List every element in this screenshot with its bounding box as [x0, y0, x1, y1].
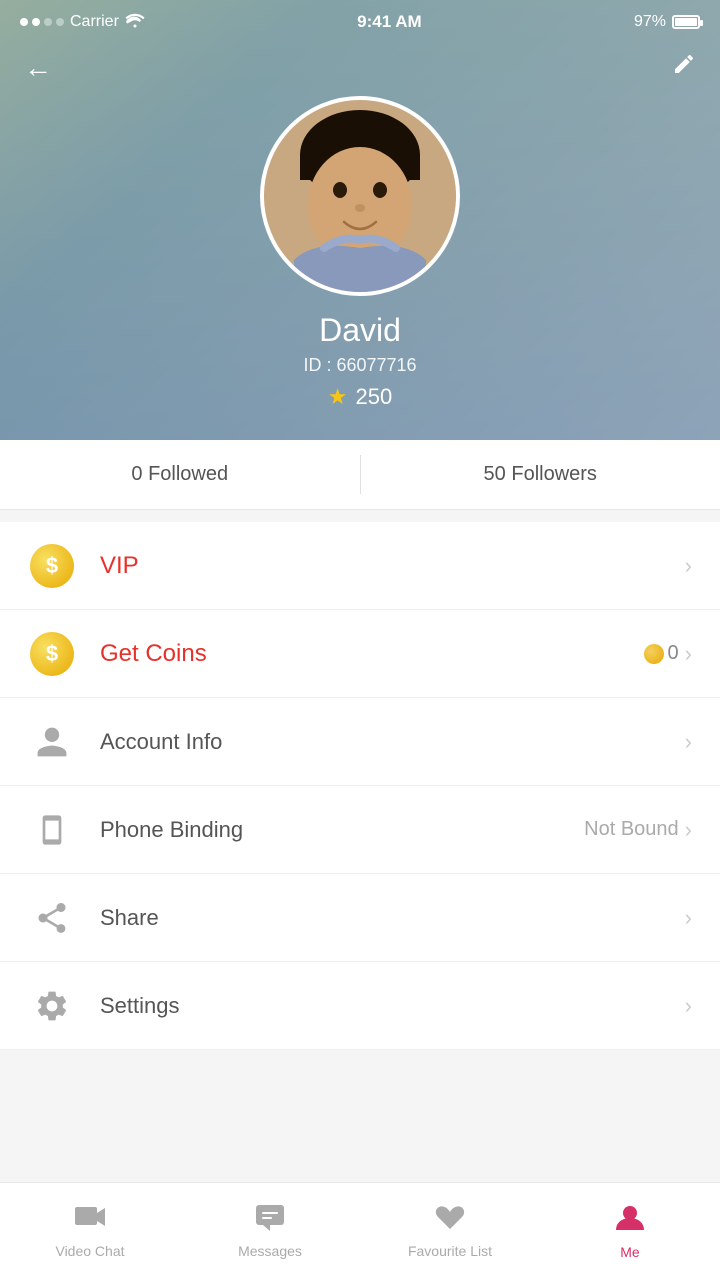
get-coins-icon-container: $ — [28, 630, 76, 678]
coins-count-value: 0 — [668, 642, 679, 665]
dot-3 — [44, 18, 52, 26]
video-chat-icon — [74, 1204, 106, 1239]
get-coins-icon: $ — [30, 632, 74, 676]
edit-button[interactable] — [672, 52, 696, 83]
status-bar: Carrier 9:41 AM 97% — [0, 0, 720, 44]
vip-chevron-icon: › — [685, 553, 692, 579]
status-right: 97% — [634, 13, 700, 31]
tab-favourite-list[interactable]: Favourite List — [360, 1183, 540, 1280]
coin-count-badge: 0 — [644, 642, 679, 665]
get-coins-label: Get Coins — [100, 640, 644, 668]
carrier-label: Carrier — [70, 13, 119, 31]
vip-chevron-container: › — [685, 553, 692, 579]
followers-stat[interactable]: 50 Followers — [361, 440, 720, 509]
share-chevron-container: › — [685, 905, 692, 931]
phone-binding-chevron-icon: › — [685, 817, 692, 843]
get-coins-menu-item[interactable]: $ Get Coins 0 › — [0, 610, 720, 698]
account-info-menu-item[interactable]: Account Info › — [0, 698, 720, 786]
settings-icon — [28, 982, 76, 1030]
favourite-list-icon — [435, 1204, 465, 1239]
share-icon — [28, 894, 76, 942]
phone-binding-menu-item[interactable]: Phone Binding Not Bound › — [0, 786, 720, 874]
score-value: 250 — [356, 384, 393, 410]
hero-section: ← — [0, 0, 720, 440]
coins-count-container: 0 › — [644, 641, 692, 667]
followed-stat[interactable]: 0 Followed — [0, 440, 360, 509]
share-chevron-icon: › — [685, 905, 692, 931]
share-menu-item[interactable]: Share › — [0, 874, 720, 962]
tab-bar: Video Chat Messages Favourite List — [0, 1182, 720, 1280]
followers-count: 50 Followers — [484, 463, 597, 486]
me-icon — [615, 1203, 645, 1240]
favourite-list-label: Favourite List — [408, 1243, 492, 1259]
signal-dots — [20, 18, 64, 26]
dot-1 — [20, 18, 28, 26]
battery-fill — [675, 18, 697, 26]
profile-id: ID : 66077716 — [303, 355, 416, 376]
settings-label: Settings — [100, 993, 685, 1019]
settings-chevron-container: › — [685, 993, 692, 1019]
settings-chevron-icon: › — [685, 993, 692, 1019]
coin-icon: $ — [30, 544, 74, 588]
avatar — [260, 96, 460, 296]
phone-binding-icon — [28, 806, 76, 854]
video-chat-label: Video Chat — [55, 1243, 124, 1259]
wifi-icon — [125, 12, 145, 33]
battery-icon — [672, 15, 700, 29]
messages-icon — [255, 1204, 285, 1239]
tab-me[interactable]: Me — [540, 1183, 720, 1280]
tab-video-chat[interactable]: Video Chat — [0, 1183, 180, 1280]
hero-content: David ID : 66077716 ★ 250 — [0, 96, 720, 410]
account-info-label: Account Info — [100, 729, 685, 755]
me-label: Me — [620, 1244, 639, 1260]
profile-name: David — [319, 312, 401, 349]
phone-binding-label: Phone Binding — [100, 817, 584, 843]
vip-menu-item[interactable]: $ VIP › — [0, 522, 720, 610]
get-coins-chevron-icon: › — [685, 641, 692, 667]
tab-messages[interactable]: Messages — [180, 1183, 360, 1280]
account-info-chevron-container: › — [685, 729, 692, 755]
followed-count: 0 Followed — [131, 463, 228, 486]
battery-percentage: 97% — [634, 13, 666, 31]
back-button[interactable]: ← — [24, 52, 52, 84]
stats-bar: 0 Followed 50 Followers — [0, 440, 720, 510]
phone-binding-right: Not Bound › — [584, 817, 692, 843]
settings-menu-item[interactable]: Settings › — [0, 962, 720, 1050]
share-label: Share — [100, 905, 685, 931]
account-info-icon — [28, 718, 76, 766]
status-time: 9:41 AM — [357, 12, 422, 32]
not-bound-text: Not Bound — [584, 818, 679, 841]
dot-4 — [56, 18, 64, 26]
vip-label: VIP — [100, 552, 685, 580]
profile-score: ★ 250 — [328, 384, 392, 410]
menu-list: $ VIP › $ Get Coins 0 › Account Info › — [0, 522, 720, 1050]
messages-label: Messages — [238, 1243, 302, 1259]
status-left: Carrier — [20, 12, 145, 33]
dot-2 — [32, 18, 40, 26]
account-info-chevron-icon: › — [685, 729, 692, 755]
star-icon: ★ — [328, 384, 348, 410]
vip-icon: $ — [28, 542, 76, 590]
coin-sm-icon — [644, 644, 664, 664]
